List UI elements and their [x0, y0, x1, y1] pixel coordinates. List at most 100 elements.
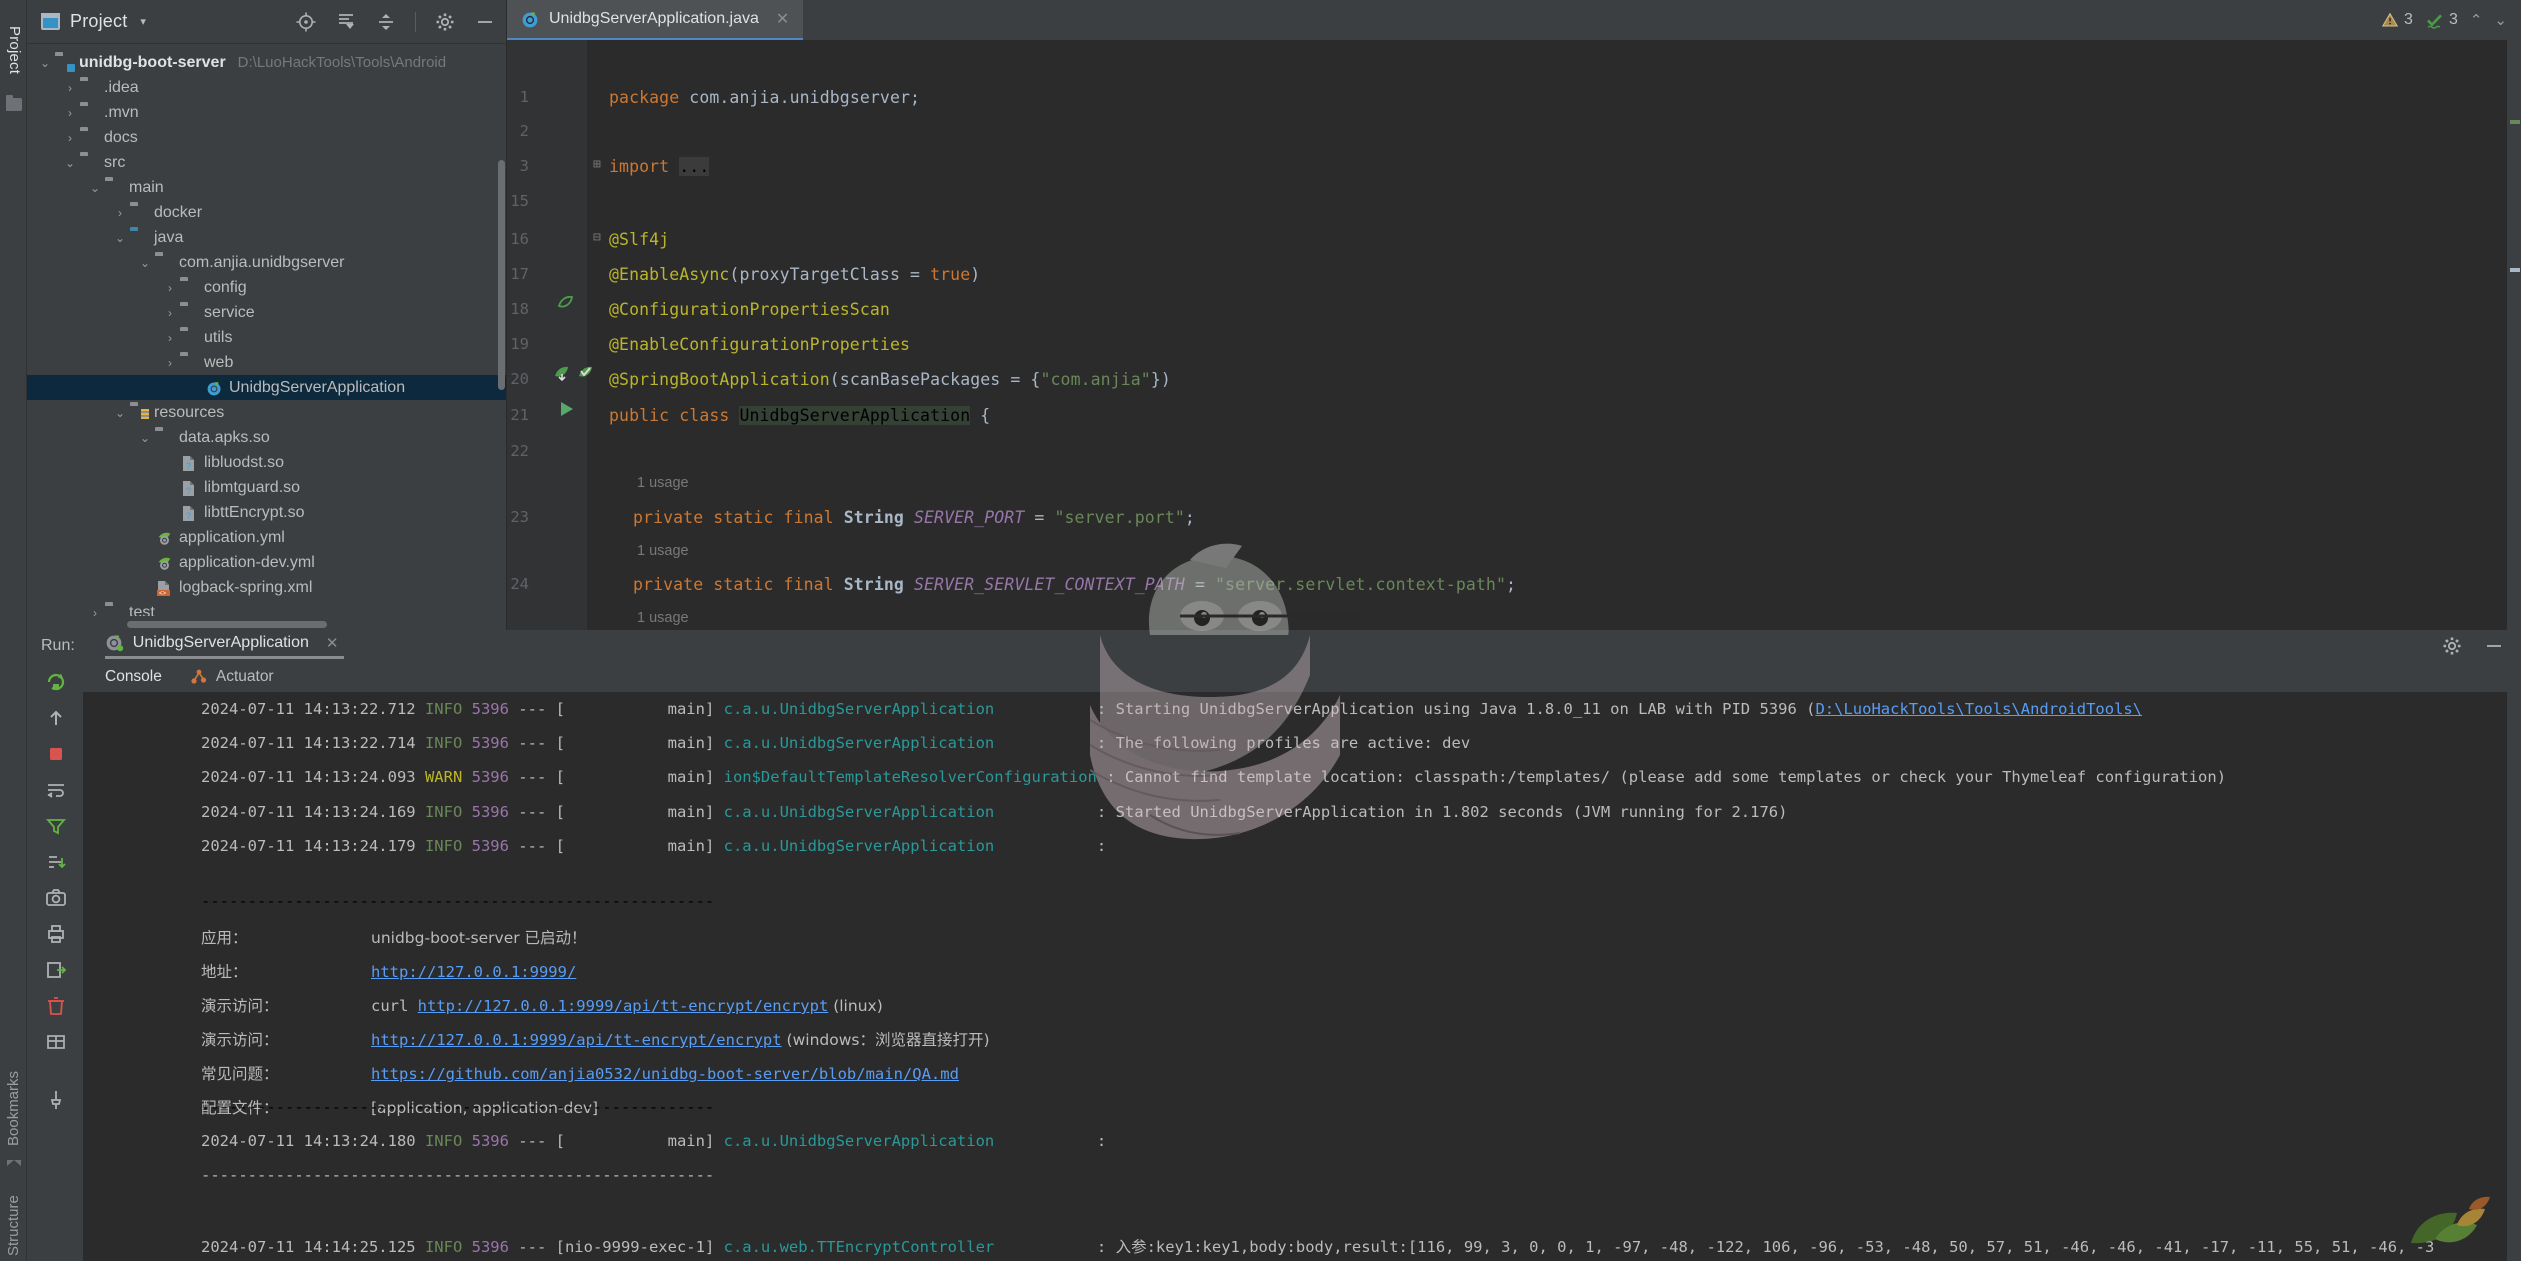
folder-icon[interactable]	[6, 95, 22, 111]
sort-icon[interactable]	[44, 850, 66, 872]
inspection-ok[interactable]: 3	[2425, 11, 2458, 30]
tree-node-libttencrypt-so[interactable]: ? libttEncrypt.so	[27, 500, 506, 525]
chevron-down-icon[interactable]: ⌄	[35, 56, 55, 70]
clear-all-icon[interactable]	[44, 994, 66, 1016]
pin-icon[interactable]	[44, 1088, 66, 1110]
tree-node-libluodst-so[interactable]: ? libluodst.so	[27, 450, 506, 475]
code-line[interactable]: ⊟ @Slf4j	[593, 230, 669, 249]
editor-tab-unidbgserverapplication[interactable]: UnidbgServerApplication.java ✕	[507, 0, 804, 40]
run-configuration-tab[interactable]: UnidbgServerApplication ✕	[104, 633, 345, 659]
editor-code-content[interactable]: package com.anjia.unidbgserver; ⊞ import .…	[587, 40, 2521, 630]
tree-node-unidbgserverapplication[interactable]: UnidbgServerApplication	[27, 375, 506, 400]
tool-window-button-structure[interactable]: Structure	[5, 1161, 23, 1256]
close-icon[interactable]: ✕	[326, 634, 339, 652]
camera-icon[interactable]	[44, 886, 66, 908]
locate-icon[interactable]	[295, 11, 317, 33]
tree-node-java[interactable]: ⌄ java	[27, 225, 506, 250]
banner-row-link[interactable]: http://127.0.0.1:9999/api/tt-encrypt/enc…	[418, 997, 829, 1015]
chevron-down-icon[interactable]: ⌄	[85, 181, 105, 195]
tree-node-test[interactable]: › test	[27, 600, 506, 617]
tree-node-unidbg-boot-server[interactable]: ⌄ unidbg-boot-server D:\LuoHackTools\Tools…	[27, 50, 506, 75]
tree-node-application-dev-yml[interactable]: application-dev.yml	[27, 550, 506, 575]
code-line[interactable]: private static final String SERVER_PORT …	[633, 508, 1195, 527]
code-line[interactable]: @EnableAsync(proxyTargetClass = true)	[609, 265, 980, 284]
collapse-all-icon[interactable]	[375, 11, 397, 33]
chevron-down-icon[interactable]: ▾	[140, 15, 146, 28]
scroll-up-icon[interactable]	[44, 706, 66, 728]
tree-node-service[interactable]: › service	[27, 300, 506, 325]
chevron-right-icon[interactable]: ›	[160, 281, 180, 295]
chevron-down-icon[interactable]: ⌄	[135, 256, 155, 270]
minimize-icon[interactable]	[2483, 635, 2505, 657]
spring-bean-icon[interactable]	[551, 362, 573, 389]
chevron-down-icon[interactable]: ⌄	[2494, 11, 2507, 29]
chevron-right-icon[interactable]: ›	[160, 331, 180, 345]
stop-icon[interactable]	[44, 742, 66, 764]
wrap-text-icon[interactable]	[44, 778, 66, 800]
chevron-down-icon[interactable]: ⌄	[60, 156, 80, 170]
project-tree-horizontal-scrollbar[interactable]	[127, 621, 327, 628]
tree-node-web[interactable]: › web	[27, 350, 506, 375]
gear-icon[interactable]	[2441, 635, 2463, 657]
tree-node-data-apks-so[interactable]: ⌄ data.apks.so	[27, 425, 506, 450]
code-line[interactable]: private static final String SERVER_SERVL…	[633, 575, 1516, 594]
chevron-right-icon[interactable]: ›	[85, 606, 105, 617]
tree-node-logback-spring-xml[interactable]: <> logback-spring.xml	[27, 575, 506, 600]
bean-icon[interactable]	[555, 292, 577, 319]
project-tree[interactable]: ⌄ unidbg-boot-server D:\LuoHackTools\Tools…	[27, 44, 506, 616]
tree-node-src[interactable]: ⌄ src	[27, 150, 506, 175]
tree-node--mvn[interactable]: › .mvn	[27, 100, 506, 125]
tree-node-utils[interactable]: › utils	[27, 325, 506, 350]
tree-node-libmtguard-so[interactable]: ? libmtguard.so	[27, 475, 506, 500]
rerun-icon[interactable]	[44, 670, 66, 692]
export-icon[interactable]	[44, 958, 67, 980]
chevron-up-icon[interactable]: ⌃	[2470, 11, 2483, 29]
fold-collapse-icon[interactable]: ⊟	[593, 230, 601, 245]
code-line[interactable]: @EnableConfigurationProperties	[609, 335, 910, 354]
usage-hint[interactable]: 1 usage	[637, 543, 689, 559]
console-link[interactable]: D:\LuoHackTools\Tools\AndroidTools\	[1815, 700, 2142, 718]
table-icon[interactable]	[44, 1030, 66, 1052]
code-line[interactable]: @SpringBootApplication(scanBasePackages …	[609, 370, 1171, 389]
banner-row-link[interactable]: http://127.0.0.1:9999/api/tt-encrypt/enc…	[371, 1031, 782, 1049]
code-line[interactable]: public class UnidbgServerApplication {	[609, 406, 990, 425]
tree-node-docs[interactable]: › docs	[27, 125, 506, 150]
tree-node-resources[interactable]: ⌄ resources	[27, 400, 506, 425]
minimize-icon[interactable]	[474, 11, 496, 33]
print-icon[interactable]	[44, 922, 66, 944]
tab-actuator[interactable]: Actuator	[190, 668, 274, 686]
gear-icon[interactable]	[434, 11, 456, 33]
expand-all-icon[interactable]	[335, 11, 357, 33]
chevron-right-icon[interactable]: ›	[160, 356, 180, 370]
chevron-down-icon[interactable]: ⌄	[110, 231, 130, 245]
tree-node-application-yml[interactable]: application.yml	[27, 525, 506, 550]
close-icon[interactable]: ✕	[776, 9, 789, 29]
chevron-down-icon[interactable]: ⌄	[135, 431, 155, 445]
chevron-right-icon[interactable]: ›	[60, 131, 80, 145]
tab-console[interactable]: Console	[105, 668, 162, 686]
tree-node-com-anjia-unidbgserver[interactable]: ⌄ com.anjia.unidbgserver	[27, 250, 506, 275]
editor-gutter[interactable]: 1231516171819202122232425	[507, 40, 592, 630]
chevron-down-icon[interactable]: ⌄	[110, 406, 130, 420]
chevron-right-icon[interactable]: ›	[110, 206, 130, 220]
fold-expand-icon[interactable]: ⊞	[593, 157, 601, 172]
project-tree-vertical-scrollbar[interactable]	[498, 160, 505, 390]
inspection-warnings[interactable]: 3	[2381, 11, 2413, 29]
banner-row-link[interactable]: https://github.com/anjia0532/unidbg-boot…	[371, 1065, 959, 1083]
filter-icon[interactable]	[44, 814, 66, 836]
code-editor[interactable]: 1231516171819202122232425 package com.an…	[507, 40, 2521, 630]
code-line[interactable]: ⊞ import ...	[593, 157, 710, 176]
tree-node--idea[interactable]: › .idea	[27, 75, 506, 100]
tool-window-button-bookmarks[interactable]: Bookmarks	[5, 1046, 23, 1146]
run-arrow-icon[interactable]	[555, 398, 577, 425]
banner-row-link[interactable]: http://127.0.0.1:9999/	[371, 963, 576, 981]
chevron-right-icon[interactable]: ›	[60, 106, 80, 120]
usage-hint[interactable]: 1 usage	[637, 610, 689, 626]
chevron-right-icon[interactable]: ›	[60, 81, 80, 95]
code-line[interactable]: package com.anjia.unidbgserver;	[609, 88, 920, 107]
console-output[interactable]: 2024-07-11 14:13:22.712 INFO 5396 --- [ …	[83, 692, 2521, 1261]
code-line[interactable]: @ConfigurationPropertiesScan	[609, 300, 890, 319]
tree-node-main[interactable]: ⌄ main	[27, 175, 506, 200]
chevron-right-icon[interactable]: ›	[160, 306, 180, 320]
tree-node-config[interactable]: › config	[27, 275, 506, 300]
